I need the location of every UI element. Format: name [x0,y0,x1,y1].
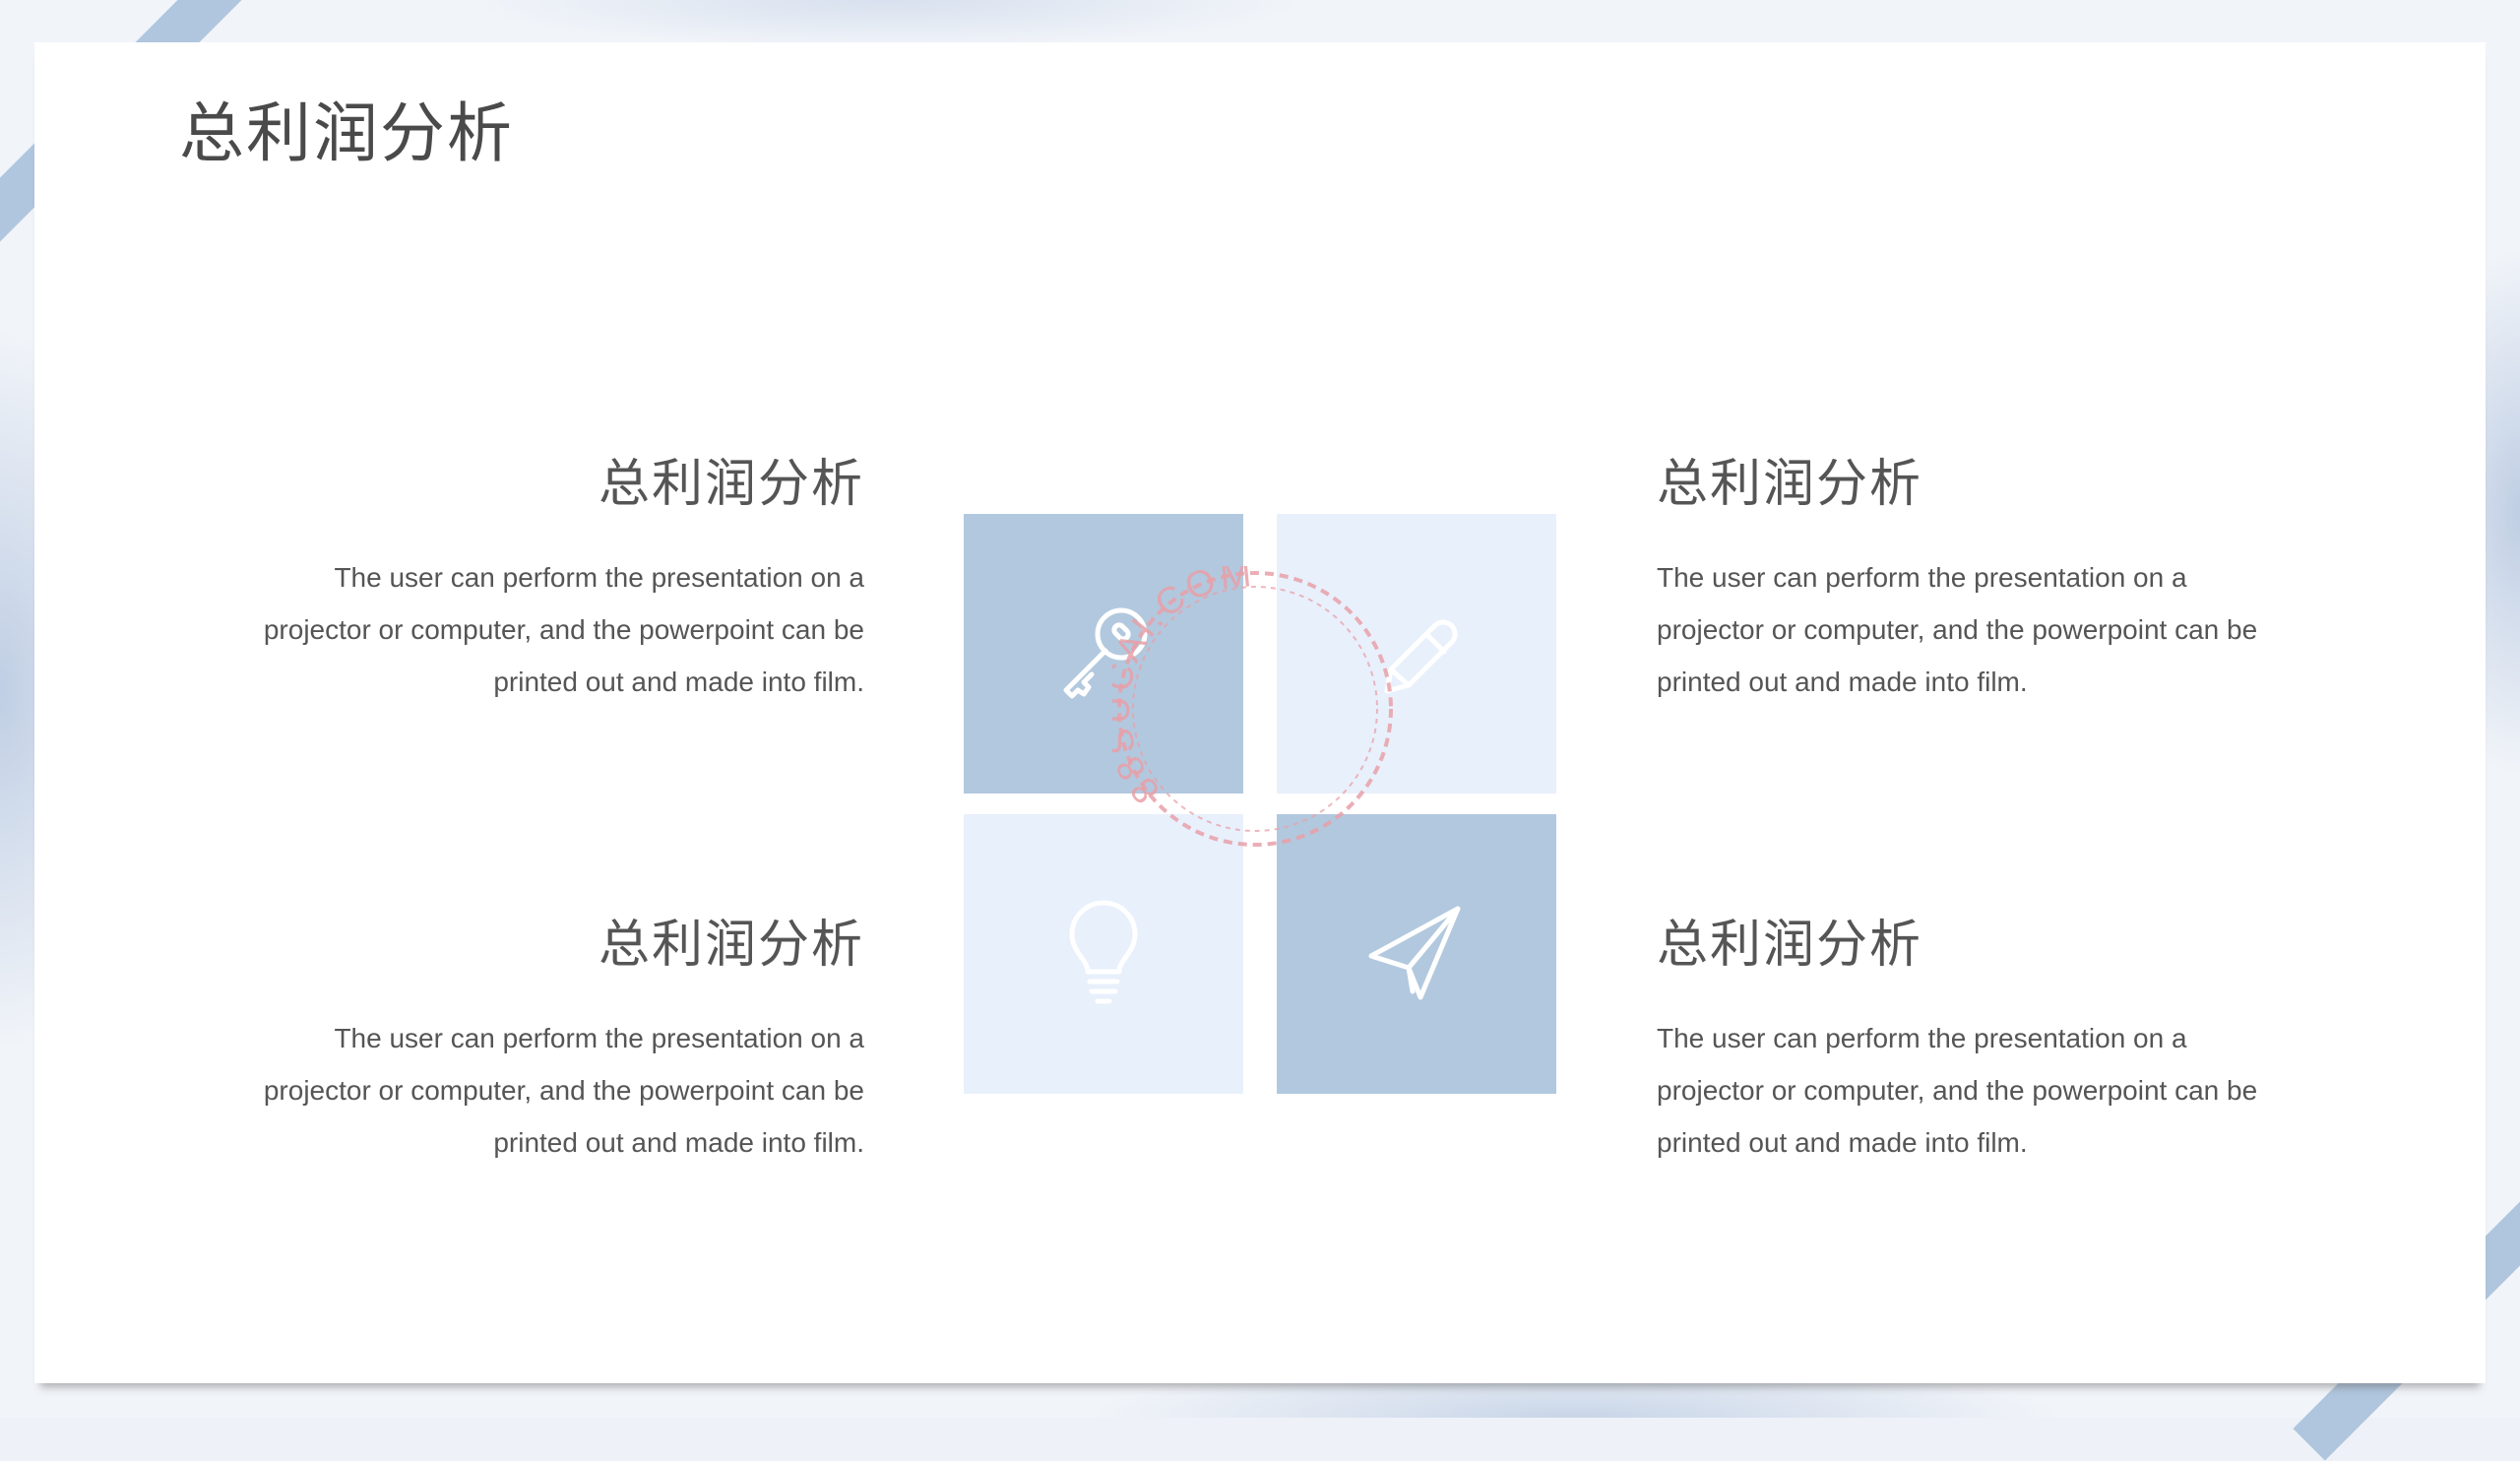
section-body: The user can perform the presentation on… [263,1023,864,1158]
page-title: 总利润分析 [179,96,514,169]
section-title: 总利润分析 [1657,456,1923,513]
tile-pencil [1277,514,1556,794]
tile-paper-plane [1277,814,1556,1094]
section-body: The user can perform the presentation on… [1657,1023,2258,1158]
section-top-right: 总利润分析 The user can perform the presentat… [1657,453,2267,708]
pencil-icon [1384,619,1458,694]
lightbulb-icon [1069,900,1138,1004]
tile-lightbulb [964,814,1243,1094]
tile-key [964,514,1243,794]
section-title: 总利润分析 [598,456,864,513]
slide-card [34,42,2486,1383]
section-title: 总利润分析 [1657,917,1923,974]
section-body: The user can perform the presentation on… [1657,562,2258,697]
paper-plane-icon [1368,906,1461,1000]
section-bottom-right: 总利润分析 The user can perform the presentat… [1657,914,2267,1169]
section-top-left: 总利润分析 The user can perform the presentat… [254,453,864,708]
key-icon [1063,607,1148,699]
section-bottom-left: 总利润分析 The user can perform the presentat… [254,914,864,1169]
section-title: 总利润分析 [598,917,864,974]
section-body: The user can perform the presentation on… [263,562,864,697]
